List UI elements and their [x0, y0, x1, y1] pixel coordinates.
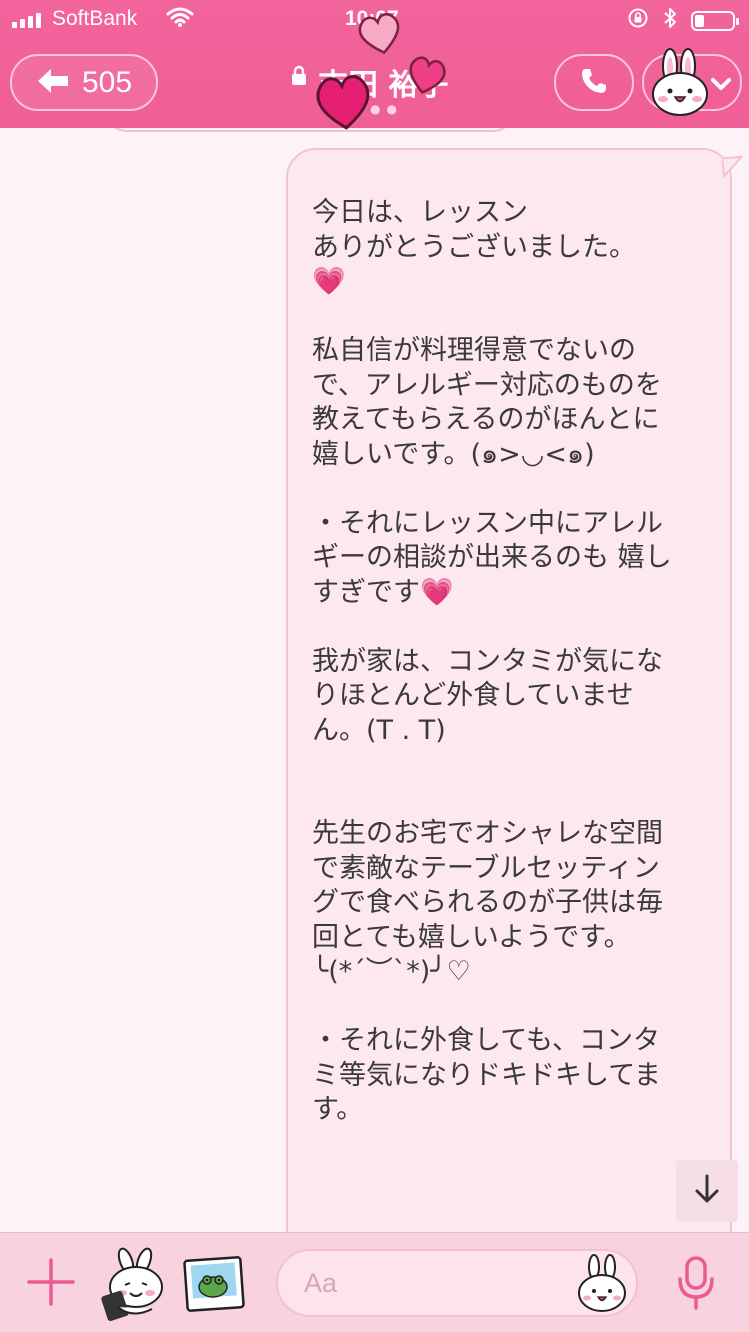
menu-button[interactable]	[642, 48, 742, 116]
message-input-placeholder: Aa	[304, 1268, 338, 1298]
sticker-icon[interactable]	[98, 1247, 170, 1325]
chevron-down-icon	[710, 76, 732, 96]
battery-icon	[691, 10, 739, 31]
chat-area[interactable]: 今日は、レッスン ありがとうございました。 💗 私自信が料理得意でないの で、ア…	[0, 128, 749, 1232]
wifi-icon	[166, 6, 194, 33]
scroll-down-button[interactable]	[676, 1160, 738, 1222]
back-arrow-icon	[36, 67, 70, 99]
plus-icon[interactable]	[26, 1257, 76, 1311]
message-input[interactable]: Aa	[276, 1249, 638, 1317]
phone-icon	[579, 66, 609, 100]
photo-icon[interactable]	[183, 1255, 245, 1317]
unread-count: 505	[81, 65, 133, 99]
call-button[interactable]	[554, 54, 634, 111]
back-button[interactable]: 505	[10, 54, 158, 111]
previous-message-bubble	[105, 128, 515, 132]
rotation-lock-icon	[627, 7, 649, 34]
bunny-avatar-icon	[648, 48, 712, 122]
signal-icon	[12, 10, 41, 28]
scroll-down-arrow-icon	[692, 1173, 722, 1209]
hearts-decoration	[316, 13, 446, 130]
microphone-icon[interactable]	[676, 1255, 716, 1315]
carrier-name: SoftBank	[52, 7, 138, 30]
bubble-tail	[722, 156, 744, 179]
chat-header: SoftBank 10:07	[0, 0, 749, 130]
composer-bar: Aa	[0, 1232, 749, 1332]
bluetooth-icon	[663, 7, 677, 34]
message-text: 今日は、レッスン ありがとうございました。 💗 私自信が料理得意でないの で、ア…	[312, 197, 672, 1125]
emoji-icon[interactable]	[574, 1253, 632, 1319]
